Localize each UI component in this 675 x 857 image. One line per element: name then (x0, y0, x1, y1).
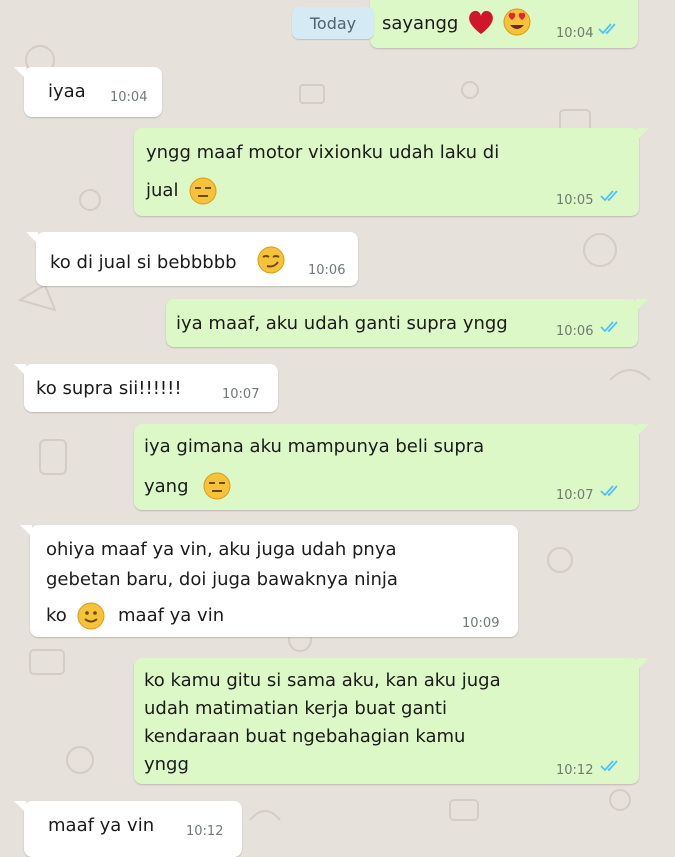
message-bubble-incoming[interactable]: iyaa 10:04 (14, 67, 162, 117)
message-text-line: maaf ya vin (118, 605, 225, 626)
message-time: 10:06 (308, 263, 346, 278)
double-check-icon (598, 23, 616, 35)
message-text-line: yang (144, 476, 189, 497)
smirk-emoji-icon (257, 246, 285, 274)
message-bubble-incoming[interactable]: ohiya maaf ya vin, aku juga udah pnya ge… (20, 525, 518, 637)
expressionless-emoji-icon (203, 472, 231, 500)
smiley-emoji-icon (77, 602, 105, 630)
message-text-line: ko (46, 605, 67, 626)
date-separator: Today (292, 7, 374, 39)
double-check-icon (600, 485, 618, 497)
message-time: 10:07 (222, 387, 260, 402)
double-check-icon (600, 321, 618, 333)
message-time: 10:07 (556, 488, 594, 503)
message-bubble-outgoing[interactable]: iya maaf, aku udah ganti supra yngg 10:0… (166, 299, 648, 347)
message-time: 10:04 (556, 26, 594, 41)
expressionless-emoji-icon (189, 177, 217, 205)
message-text: ko di jual si bebbbbb (50, 252, 237, 273)
message-text-line: kendaraan buat ngebahagian kamu (144, 726, 466, 747)
message-text-line: yngg (144, 754, 189, 775)
message-time: 10:05 (556, 193, 594, 208)
message-text-line: yngg maaf motor vixionku udah laku di (146, 142, 500, 163)
heart-emoji-icon (469, 10, 493, 35)
message-text: iyaa (48, 81, 86, 102)
heart-eyes-emoji-icon (503, 8, 531, 36)
message-bubble-incoming[interactable]: ko di jual si bebbbbb 10:06 (26, 232, 358, 286)
message-bubble-outgoing[interactable]: ko kamu gitu si sama aku, kan aku juga u… (134, 658, 649, 784)
message-text-line: iya gimana aku mampunya beli supra (144, 436, 485, 457)
message-bubble-outgoing[interactable]: iya gimana aku mampunya beli supra yang … (134, 424, 649, 510)
message-text: ko supra sii!!!!!! (36, 378, 182, 399)
double-check-icon (600, 760, 618, 772)
message-time: 10:04 (110, 90, 148, 105)
message-bubble-incoming[interactable]: ko supra sii!!!!!! 10:07 (14, 364, 278, 412)
message-time: 10:09 (462, 616, 500, 631)
message-bubble-outgoing[interactable]: yngg maaf motor vixionku udah laku di ju… (134, 128, 649, 216)
message-text: sayangg (382, 13, 459, 34)
message-bubble-outgoing[interactable]: sayangg 10:04 (370, 0, 638, 48)
message-text-line: udah matimatian kerja buat ganti (144, 698, 447, 719)
message-text-line: gebetan baru, doi juga bawaknya ninja (46, 569, 398, 590)
message-time: 10:12 (186, 824, 224, 839)
message-text-line: jual (146, 180, 179, 201)
message-text: maaf ya vin (48, 815, 155, 836)
message-time: 10:12 (556, 763, 594, 778)
message-text: iya maaf, aku udah ganti supra yngg (176, 313, 508, 334)
message-bubble-incoming[interactable]: maaf ya vin 10:12 (14, 801, 242, 857)
message-time: 10:06 (556, 324, 594, 339)
message-text-line: ohiya maaf ya vin, aku juga udah pnya (46, 539, 397, 560)
message-text-line: ko kamu gitu si sama aku, kan aku juga (144, 670, 501, 691)
double-check-icon (600, 190, 618, 202)
